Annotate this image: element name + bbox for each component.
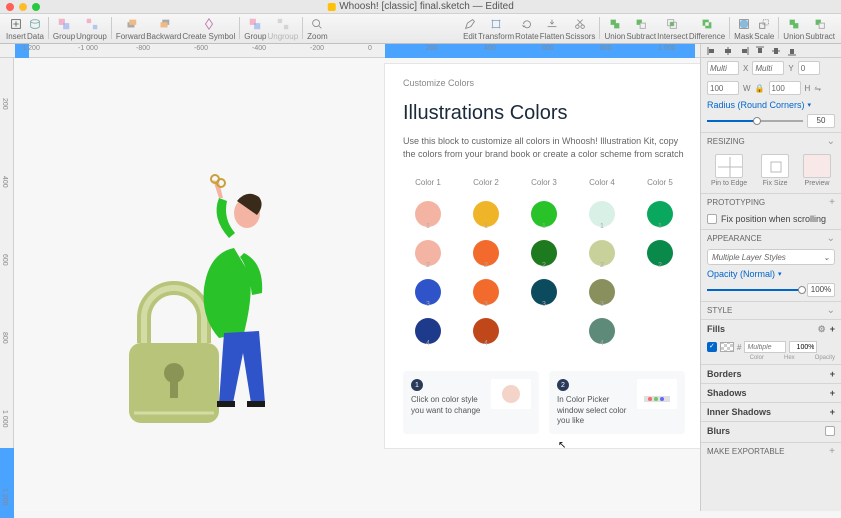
fix-position-option[interactable]: Fix position when scrolling <box>701 211 841 227</box>
resize-pin-to-edge[interactable]: Pin to Edge <box>711 154 747 187</box>
artboard-customize-colors[interactable]: Customize Colors Illustrations Colors Us… <box>384 63 700 449</box>
instruction-2-thumb <box>637 379 677 409</box>
subsection-shadows[interactable]: Shadows+ <box>701 383 841 402</box>
opacity-value[interactable]: 100% <box>807 283 835 297</box>
align-top-icon[interactable] <box>755 46 765 56</box>
blur-checkbox[interactable] <box>825 426 835 436</box>
align-middle-icon[interactable] <box>771 46 781 56</box>
align-center-h-icon[interactable] <box>723 46 733 56</box>
tool-ungroup[interactable]: Ungroup <box>76 17 107 41</box>
gear-icon[interactable]: ⚙ <box>818 324 826 335</box>
flip-h-icon[interactable]: ⇋ <box>814 84 821 93</box>
color-column: Color 21234 <box>461 178 511 347</box>
subsection-borders[interactable]: Borders+ <box>701 364 841 383</box>
panel-section-label: Customize Colors <box>403 78 685 88</box>
section-appearance[interactable]: APPEARANCE⌄ <box>701 229 841 247</box>
opacity-slider[interactable] <box>707 289 803 291</box>
tool-scissors[interactable]: Scissors <box>565 17 595 41</box>
tool-forward[interactable]: Forward <box>116 17 145 41</box>
fill-hex-input[interactable] <box>744 341 786 353</box>
align-right-icon[interactable] <box>739 46 749 56</box>
subsection-inner-shadows[interactable]: Inner Shadows+ <box>701 402 841 421</box>
radius-value[interactable]: 50 <box>807 114 835 128</box>
tool-intersect[interactable]: Intersect <box>657 17 688 41</box>
tool-mask[interactable]: Mask <box>734 17 753 41</box>
instruction-1-thumb <box>491 379 531 409</box>
tool-create-symbol[interactable]: Create Symbol <box>182 17 235 41</box>
tool-union[interactable]: Union <box>604 17 625 41</box>
rotate-input[interactable] <box>798 61 820 75</box>
tool-backward[interactable]: Backward <box>146 17 181 41</box>
tool-scale[interactable]: Scale <box>754 17 774 41</box>
tool-ungroup2: Ungroup <box>267 17 298 41</box>
instruction-2: 2 In Color Picker window select color yo… <box>549 371 685 434</box>
add-fill-icon[interactable]: + <box>830 324 835 335</box>
tool-difference[interactable]: Difference <box>689 17 725 41</box>
align-left-icon[interactable] <box>707 46 717 56</box>
cursor-icon: ↖ <box>558 440 566 451</box>
tool-group[interactable]: Group <box>53 17 75 41</box>
ruler-horizontal: -1 200-1 000-800-600-400-200020040060080… <box>0 44 700 58</box>
radius-slider[interactable] <box>707 120 803 122</box>
toolbar: Insert Data Group Ungroup Forward Backwa… <box>0 14 841 44</box>
instruction-1: 1 Click on color style you want to chang… <box>403 371 539 434</box>
tool-group2[interactable]: Group <box>244 17 266 41</box>
alignment-toolbar[interactable] <box>701 44 841 58</box>
tool-subtract2[interactable]: Subtract <box>805 17 835 41</box>
align-bottom-icon[interactable] <box>787 46 797 56</box>
minimize-window-icon[interactable] <box>19 3 27 11</box>
pos-y-input[interactable] <box>752 61 784 75</box>
tool-flatten[interactable]: Flatten <box>540 17 564 41</box>
subsection-blurs[interactable]: Blurs <box>701 421 841 440</box>
panel-title: Illustrations Colors <box>403 102 685 125</box>
canvas[interactable]: Customize Colors Illustrations Colors Us… <box>14 58 700 511</box>
titlebar: Whoosh! [classic] final.sketch — Edited <box>0 0 841 14</box>
resize-fix-size[interactable]: Fix Size <box>761 154 789 187</box>
inspector-panel: X Y W 🔒 H ⇋ Radius (Round Corners)▾ 50 R… <box>700 44 841 511</box>
tool-subtract[interactable]: Subtract <box>626 17 656 41</box>
color-column: Color 11234 <box>403 178 453 347</box>
subsection-fills[interactable]: Fills⚙+ <box>701 319 841 339</box>
resize-preview[interactable]: Preview <box>803 154 831 187</box>
section-style[interactable]: STYLE⌄ <box>701 301 841 319</box>
radius-link[interactable]: Radius (Round Corners)▾ <box>701 98 841 112</box>
section-prototyping[interactable]: PROTOTYPING+ <box>701 193 841 211</box>
fill-enabled-checkbox[interactable] <box>707 342 717 352</box>
tool-data[interactable]: Data <box>27 17 44 41</box>
illustration-lock-person[interactable] <box>119 153 299 433</box>
close-window-icon[interactable] <box>6 3 14 11</box>
color-columns: Color 11234Color 21234Color 3123Color 41… <box>403 178 685 347</box>
tool-edit[interactable]: Edit <box>463 17 477 41</box>
lock-aspect-icon[interactable]: 🔒 <box>755 84 765 93</box>
tool-zoom[interactable]: Zoom <box>307 17 327 41</box>
fill-swatch[interactable] <box>720 342 734 352</box>
section-exportable[interactable]: MAKE EXPORTABLE+ <box>701 442 841 460</box>
window-controls <box>6 3 40 11</box>
ruler-vertical: 2004006008001 0001 200 <box>0 58 14 511</box>
layer-style-select[interactable]: Multiple Layer Styles⌄ <box>707 249 835 265</box>
tool-rotate[interactable]: Rotate <box>515 17 539 41</box>
zoom-window-icon[interactable] <box>32 3 40 11</box>
tool-insert[interactable]: Insert <box>6 17 26 41</box>
tool-union2[interactable]: Union <box>783 17 804 41</box>
pos-x-input[interactable] <box>707 61 739 75</box>
color-column: Color 41234 <box>577 178 627 347</box>
width-input[interactable] <box>707 81 739 95</box>
panel-description: Use this block to customize all colors i… <box>403 135 685 160</box>
fill-opacity-input[interactable] <box>789 341 817 353</box>
section-resizing[interactable]: RESIZING⌄ <box>701 132 841 150</box>
color-column: Color 3123 <box>519 178 569 347</box>
height-input[interactable] <box>769 81 801 95</box>
window-title: Whoosh! [classic] final.sketch — Edited <box>327 1 514 12</box>
opacity-link[interactable]: Opacity (Normal)▾ <box>701 267 841 281</box>
sketch-doc-icon <box>327 3 335 11</box>
tool-transform[interactable]: Transform <box>478 17 514 41</box>
color-column: Color 512 <box>635 178 685 347</box>
